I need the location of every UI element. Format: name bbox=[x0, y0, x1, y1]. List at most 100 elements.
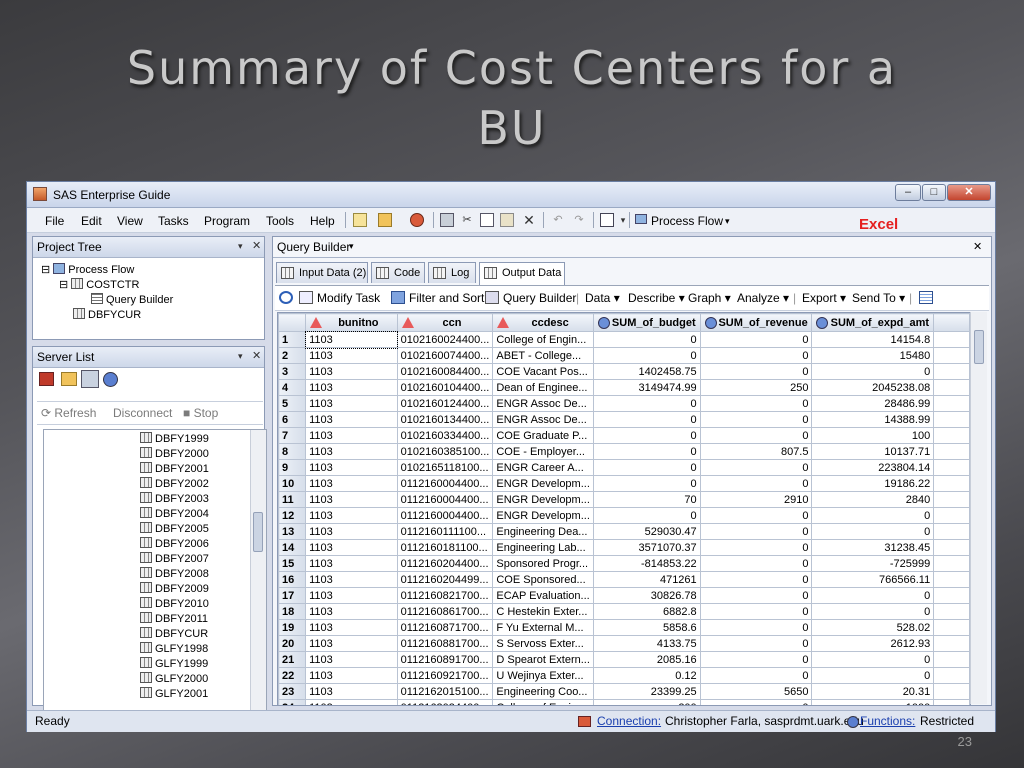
table-cell[interactable]: 0 bbox=[811, 651, 935, 668]
table-cell[interactable]: 0112160004400... bbox=[396, 491, 494, 508]
table-cell[interactable]: Engineering Lab... bbox=[492, 539, 594, 556]
scrollbar-thumb[interactable] bbox=[253, 512, 263, 552]
table-row[interactable]: 14 1103 0112160181100... Engineering Lab...… bbox=[278, 539, 970, 556]
table-cell[interactable]: 0112160181100... bbox=[396, 539, 494, 556]
table-row[interactable]: 3 1103 0102160084400... COE Vacant Pos... 14… bbox=[278, 363, 970, 380]
table-cell[interactable]: 1103 bbox=[305, 555, 398, 572]
table-cell[interactable]: 0 bbox=[699, 603, 813, 620]
server-view-icon[interactable] bbox=[81, 370, 99, 388]
chevron-down-icon[interactable]: ▾ bbox=[238, 241, 243, 252]
table-cell[interactable]: 5650 bbox=[699, 683, 813, 700]
menu-program[interactable]: Program bbox=[204, 214, 250, 228]
table-cell[interactable]: 0 bbox=[699, 395, 813, 412]
table-cell[interactable]: ENGR Assoc De... bbox=[492, 395, 594, 412]
table-cell[interactable]: 0102160074400... bbox=[396, 347, 494, 364]
table-cell[interactable]: 3149474.99 bbox=[592, 379, 701, 396]
view-window-icon[interactable] bbox=[600, 213, 614, 227]
table-cell[interactable]: Dean of Enginee... bbox=[492, 379, 594, 396]
connection-link[interactable]: Connection: bbox=[597, 714, 661, 728]
table-cell[interactable]: 1103 bbox=[305, 619, 398, 636]
table-cell[interactable]: 0 bbox=[699, 427, 813, 444]
copy-icon[interactable] bbox=[480, 213, 494, 227]
table-cell[interactable]: 10137.71 bbox=[811, 443, 935, 460]
table-cell[interactable]: 31238.45 bbox=[811, 539, 935, 556]
server-item[interactable]: DBFY2009 bbox=[140, 582, 209, 595]
table-cell[interactable]: 0 bbox=[699, 475, 813, 492]
table-cell[interactable]: 0 bbox=[811, 667, 935, 684]
table-cell[interactable]: 0112160204400... bbox=[396, 555, 494, 572]
table-cell[interactable]: 20.31 bbox=[811, 683, 935, 700]
table-row[interactable]: 5 1103 0102160124400... ENGR Assoc De... 0 0 2… bbox=[278, 395, 970, 412]
server-item[interactable]: DBFY2011 bbox=[140, 612, 208, 625]
query-builder-button[interactable]: Query Builder bbox=[503, 291, 576, 305]
column-header-ccdesc[interactable]: ccdesc bbox=[492, 313, 594, 332]
table-row[interactable]: 7 1103 0102160334400... COE Graduate P... 0 0… bbox=[278, 427, 970, 444]
table-row[interactable]: 9 1103 0102165118100... ENGR Career A... 0 0 2… bbox=[278, 459, 970, 476]
table-cell[interactable]: 0112160821700... bbox=[396, 587, 494, 604]
chevron-down-icon[interactable]: ▾ bbox=[616, 213, 630, 227]
table-row[interactable]: 2411030112163034400...College of Engin..… bbox=[278, 699, 970, 705]
table-cell[interactable]: 1103 bbox=[305, 571, 398, 588]
table-cell[interactable]: 0 bbox=[592, 459, 701, 476]
server-item[interactable]: GLFY2001 bbox=[140, 687, 208, 700]
table-cell[interactable]: 1103 bbox=[305, 427, 398, 444]
table-cell[interactable]: 0 bbox=[699, 635, 813, 652]
menu-file[interactable]: File bbox=[45, 214, 64, 228]
table-cell[interactable]: 0 bbox=[592, 411, 701, 428]
folder-icon[interactable] bbox=[61, 372, 77, 386]
table-cell[interactable]: 0112160204499... bbox=[396, 571, 494, 588]
table-cell[interactable]: 0 bbox=[699, 331, 813, 348]
data-menu[interactable]: Data ▾ bbox=[585, 291, 620, 305]
table-cell[interactable]: 0 bbox=[811, 523, 935, 540]
table-cell[interactable]: Engineering Coo... bbox=[492, 683, 594, 700]
table-cell[interactable]: 0 bbox=[592, 395, 701, 412]
table-cell[interactable]: 0 bbox=[699, 411, 813, 428]
table-cell[interactable]: 1103 bbox=[305, 491, 398, 508]
table-cell[interactable]: 1103 bbox=[305, 603, 398, 620]
stop-button[interactable]: ■ Stop bbox=[183, 406, 218, 420]
table-cell[interactable]: -725999 bbox=[811, 555, 935, 572]
functions-link[interactable]: Functions: bbox=[860, 714, 915, 728]
print-icon[interactable] bbox=[440, 213, 454, 227]
table-cell[interactable]: Engineering Dea... bbox=[492, 523, 594, 540]
table-cell[interactable]: 0102160104400... bbox=[396, 379, 494, 396]
table-cell[interactable]: 0112162015100... bbox=[396, 683, 494, 700]
table-cell[interactable]: C Hestekin Exter... bbox=[492, 603, 594, 620]
table-cell[interactable]: 1103 bbox=[305, 539, 398, 556]
tree-item-costctr[interactable]: ⊟ COSTCTR bbox=[59, 278, 139, 291]
table-cell[interactable]: 1103 bbox=[305, 667, 398, 684]
tree-item-query-builder[interactable]: Query Builder bbox=[91, 293, 173, 306]
table-cell[interactable]: 0 bbox=[699, 619, 813, 636]
table-cell[interactable]: 0 bbox=[592, 475, 701, 492]
table-cell[interactable]: 0 bbox=[699, 363, 813, 380]
filter-and-sort-button[interactable]: Filter and Sort bbox=[409, 291, 484, 305]
table-cell[interactable]: 1103 bbox=[305, 651, 398, 668]
table-cell[interactable]: 0 bbox=[811, 363, 935, 380]
table-cell[interactable]: 23399.25 bbox=[592, 683, 701, 700]
table-row[interactable]: 1 1103 0102160024400... College of Engin...… bbox=[278, 330, 970, 349]
table-cell[interactable]: COE - Employer... bbox=[492, 443, 594, 460]
table-cell[interactable]: 6882.8 bbox=[592, 603, 701, 620]
process-flow-button[interactable]: Process Flow bbox=[651, 214, 723, 228]
table-cell[interactable]: 1402458.75 bbox=[592, 363, 701, 380]
table-cell[interactable]: 1103 bbox=[304, 330, 399, 349]
table-cell[interactable]: 0.12 bbox=[592, 667, 701, 684]
table-cell[interactable]: 1103 bbox=[305, 379, 398, 396]
maximize-button[interactable]: □ bbox=[922, 184, 946, 201]
table-row[interactable]: 15 1103 0112160204400... Sponsored Progr...… bbox=[278, 555, 970, 572]
table-cell[interactable]: 471261 bbox=[592, 571, 701, 588]
table-cell[interactable]: 14388.99 bbox=[811, 411, 935, 428]
table-cell[interactable]: 0 bbox=[592, 347, 701, 364]
table-cell[interactable]: 0 bbox=[699, 507, 813, 524]
close-icon[interactable]: ✕ bbox=[252, 349, 261, 362]
server-item[interactable]: GLFY1999 bbox=[140, 657, 208, 670]
table-cell[interactable]: ABET - College... bbox=[492, 347, 594, 364]
table-cell[interactable]: 0102165118100... bbox=[396, 459, 494, 476]
table-row[interactable]: 2 1103 0102160074400... ABET - College... 0 0… bbox=[278, 347, 970, 364]
menu-help[interactable]: Help bbox=[310, 214, 335, 228]
table-cell[interactable]: ENGR Assoc De... bbox=[492, 411, 594, 428]
table-cell[interactable]: 2840 bbox=[811, 491, 935, 508]
table-cell[interactable]: 0 bbox=[699, 587, 813, 604]
table-cell[interactable]: 0 bbox=[592, 331, 701, 348]
table-cell[interactable]: 28486.99 bbox=[811, 395, 935, 412]
